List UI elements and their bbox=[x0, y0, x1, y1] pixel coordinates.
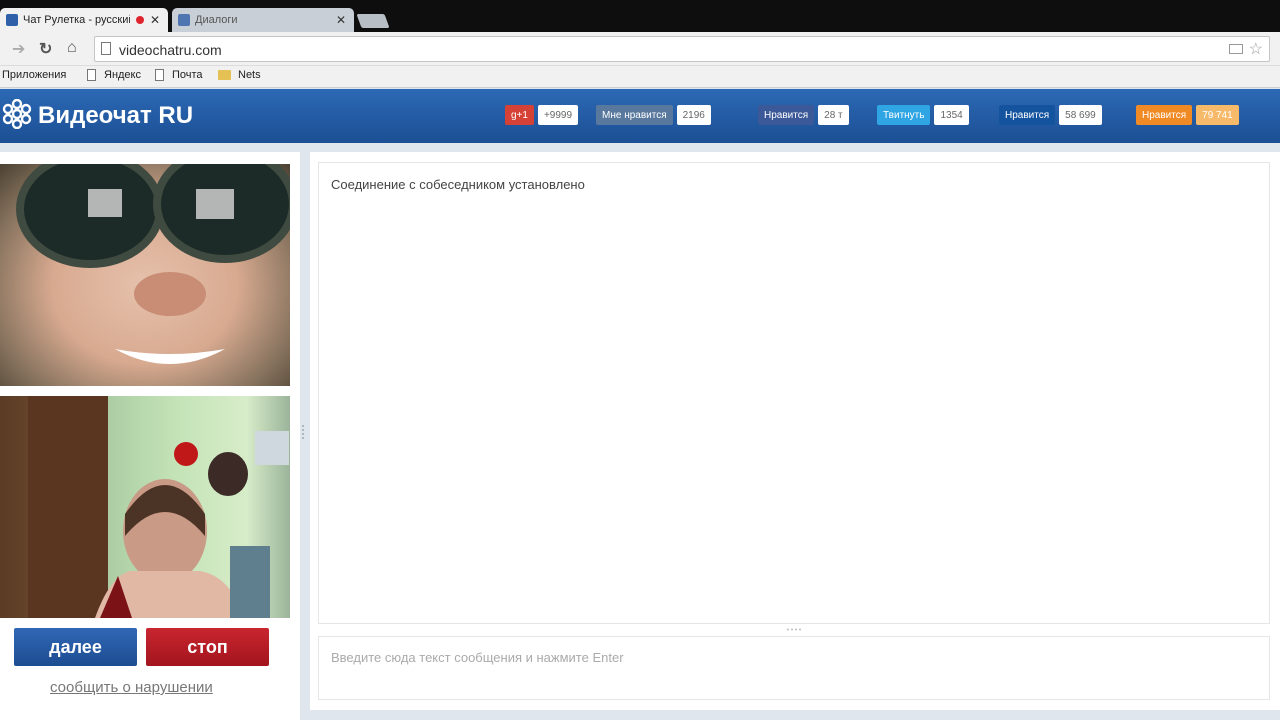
stop-button[interactable]: стоп bbox=[146, 628, 269, 666]
site-logo-icon[interactable] bbox=[2, 99, 32, 129]
chat-log[interactable]: Соединение с собеседником установлено bbox=[318, 162, 1270, 624]
chat-resize-grip-icon[interactable] bbox=[786, 628, 802, 631]
close-tab-icon[interactable]: ✕ bbox=[336, 13, 346, 27]
star-icon[interactable]: ☆ bbox=[1249, 39, 1263, 59]
video-panel: далее стоп сообщить о нарушении bbox=[0, 152, 300, 720]
folder-icon bbox=[218, 70, 231, 80]
share-twitter[interactable]: Твитнуть 1354 bbox=[877, 105, 969, 125]
bookmarks-bar: Приложения Яндекс Почта Nets bbox=[0, 66, 1280, 88]
ok-like-button[interactable]: Нравится bbox=[1136, 105, 1193, 125]
mailru-like-button[interactable]: Нравится bbox=[999, 105, 1056, 125]
vk-like-button[interactable]: Мне нравится bbox=[596, 105, 673, 125]
tab-title: Диалоги bbox=[195, 14, 238, 26]
reload-icon[interactable]: ↻ bbox=[39, 39, 52, 59]
facebook-like-button[interactable]: Нравится bbox=[758, 105, 815, 125]
browser-toolbar: ➔ ↻ ⌂ videochatru.com ☆ bbox=[0, 32, 1280, 66]
local-video-feed bbox=[28, 396, 289, 618]
bookmark-nets[interactable]: Nets bbox=[218, 69, 261, 81]
message-input[interactable] bbox=[319, 637, 1269, 677]
tab-dialogs[interactable]: Диалоги ✕ bbox=[172, 8, 354, 32]
remote-video-feed bbox=[16, 164, 290, 364]
twitter-tweet-button[interactable]: Твитнуть bbox=[877, 105, 931, 125]
recording-dot-icon bbox=[135, 16, 144, 24]
bookmark-label: Приложения bbox=[2, 69, 67, 81]
home-icon[interactable]: ⌂ bbox=[67, 39, 77, 57]
share-facebook[interactable]: Нравится 28 т bbox=[758, 105, 849, 125]
share-count: 79 741 bbox=[1196, 105, 1239, 125]
page-icon bbox=[155, 69, 164, 81]
share-count: 58 699 bbox=[1059, 105, 1102, 125]
bookmark-apps[interactable]: Приложения bbox=[2, 69, 66, 81]
site-favicon-icon bbox=[6, 14, 18, 26]
system-message: Соединение с собеседником установлено bbox=[331, 177, 585, 192]
report-violation-link[interactable]: сообщить о нарушении bbox=[50, 679, 213, 696]
close-tab-icon[interactable]: ✕ bbox=[150, 13, 160, 27]
address-bar[interactable]: videochatru.com ☆ bbox=[94, 36, 1270, 62]
page-icon bbox=[101, 42, 111, 55]
site-brand-title[interactable]: Видеочат RU bbox=[38, 102, 193, 130]
site-header: Видеочат RU g+1 +9999 Мне нравится 2196 … bbox=[0, 89, 1280, 143]
share-vk[interactable]: Мне нравится 2196 bbox=[596, 105, 711, 125]
share-odnoklassniki[interactable]: Нравится 79 741 bbox=[1136, 105, 1239, 125]
local-video bbox=[0, 396, 290, 618]
share-count: 2196 bbox=[676, 105, 711, 125]
tab-chat-roulette[interactable]: Чат Рулетка - русский ✕ bbox=[0, 8, 168, 32]
share-gplus[interactable]: g+1 +9999 bbox=[505, 105, 579, 125]
share-mailru[interactable]: Нравится 58 699 bbox=[999, 105, 1102, 125]
share-count: 28 т bbox=[818, 105, 849, 125]
chat-panel: Соединение с собеседником установлено bbox=[310, 152, 1280, 710]
gplus-button[interactable]: g+1 bbox=[505, 105, 534, 125]
bookmark-yandex[interactable]: Яндекс bbox=[87, 69, 141, 81]
bookmark-mail[interactable]: Почта bbox=[155, 69, 203, 81]
bookmark-label: Почта bbox=[172, 69, 203, 81]
page-icon bbox=[87, 69, 96, 81]
url-text: videochatru.com bbox=[119, 42, 222, 58]
remote-video bbox=[0, 164, 290, 386]
vk-favicon-icon bbox=[178, 14, 190, 26]
bookmark-label: Nets bbox=[238, 69, 261, 81]
tab-title: Чат Рулетка - русский bbox=[23, 14, 130, 26]
bookmark-label: Яндекс bbox=[104, 69, 141, 81]
panel-resize-handle[interactable] bbox=[301, 424, 305, 442]
next-button[interactable]: далее bbox=[14, 628, 137, 666]
cast-icon[interactable] bbox=[1229, 44, 1243, 54]
share-count: 1354 bbox=[934, 105, 969, 125]
new-tab-button[interactable] bbox=[356, 14, 390, 28]
forward-arrow-icon[interactable]: ➔ bbox=[12, 39, 25, 59]
message-input-box[interactable] bbox=[318, 636, 1270, 700]
share-count: +9999 bbox=[537, 105, 579, 125]
browser-tab-strip: Чат Рулетка - русский ✕ Диалоги ✕ bbox=[0, 0, 1280, 32]
